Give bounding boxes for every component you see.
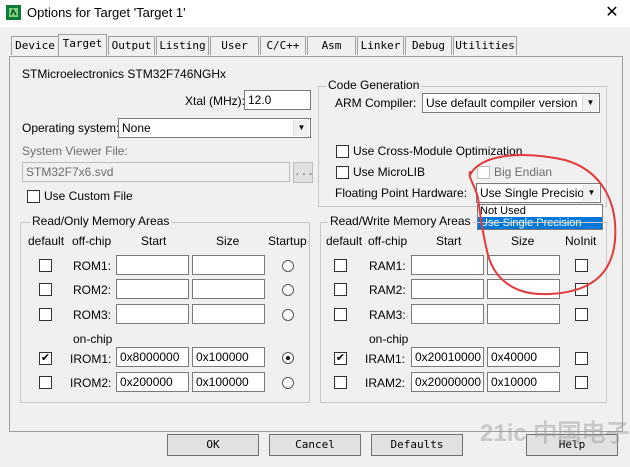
annotation-circle [468, 154, 617, 296]
tab-target[interactable]: Target [58, 34, 107, 56]
